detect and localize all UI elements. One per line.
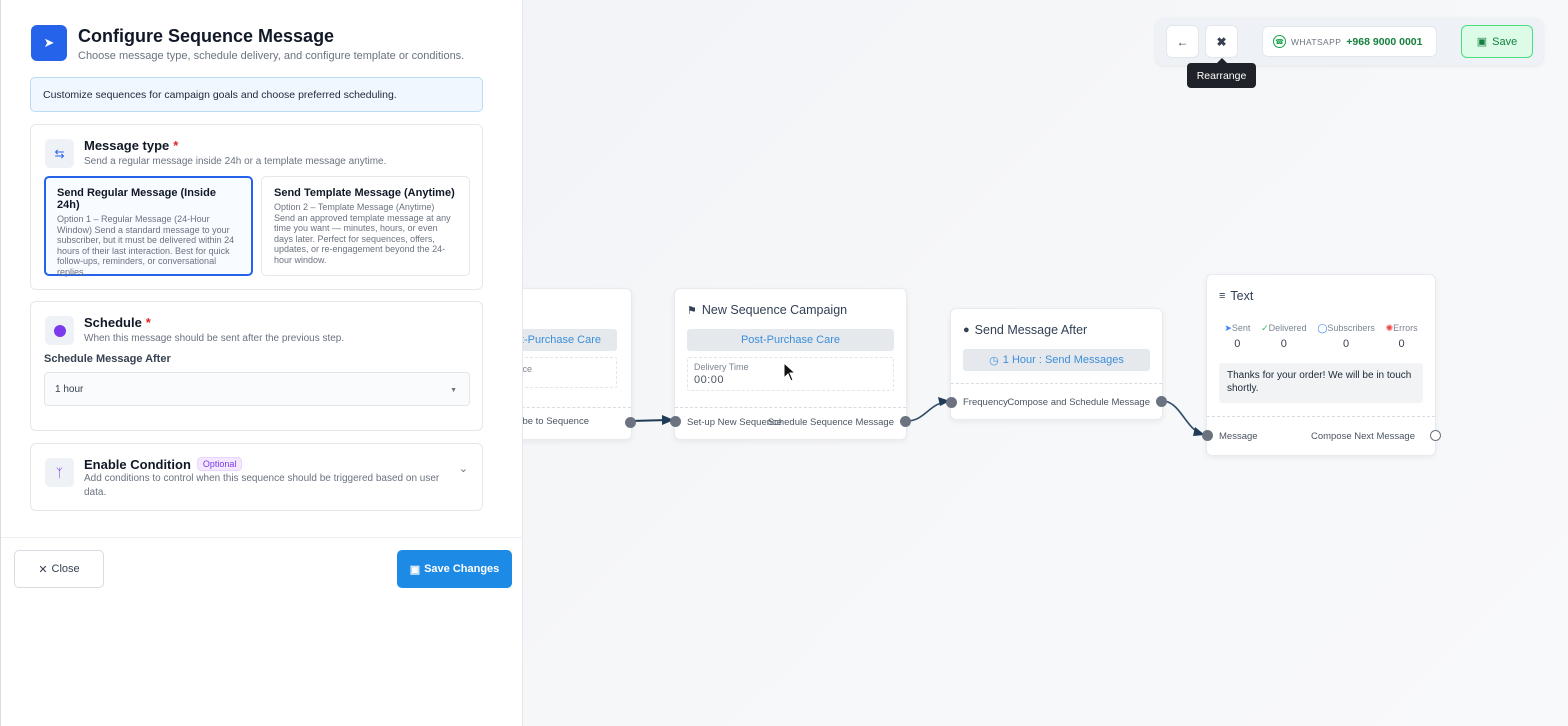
configure-sequence-panel: ➤ Configure Sequence Message Choose mess…: [0, 0, 524, 726]
panel-title: Configure Sequence Message: [78, 26, 335, 46]
caret-down-icon: ▼: [450, 387, 457, 394]
clock-icon: ◷: [989, 354, 999, 367]
mouse-cursor-icon: [783, 362, 797, 382]
rearrange-button[interactable]: ✖: [1205, 25, 1238, 58]
stat-sent: ➤Sent 0: [1224, 323, 1251, 350]
back-button[interactable]: ←: [1166, 25, 1199, 58]
node-title: ⚑ New Sequence Campaign: [687, 303, 848, 317]
close-button[interactable]: ✕ Close: [14, 550, 104, 588]
clock-icon: [45, 316, 74, 345]
rearrange-icon: ✖: [1216, 34, 1227, 49]
optional-badge: Optional: [196, 457, 243, 471]
branch-icon: ᛉ: [45, 458, 74, 487]
floppy-disk-icon: ▣: [1476, 36, 1488, 48]
chevron-down-icon[interactable]: ⌄: [459, 462, 468, 475]
node-divider: [951, 383, 1162, 384]
node-pill: ◷ 1 Hour : Send Messages: [963, 349, 1150, 371]
floppy-disk-icon: ▣: [409, 563, 421, 576]
condition-title: Enable Condition Optional: [84, 457, 243, 472]
swap-arrows-icon: ⇆: [45, 139, 74, 168]
bug-icon: ✺: [1385, 323, 1394, 333]
close-icon: ✕: [38, 563, 48, 576]
input-port[interactable]: [1202, 430, 1213, 441]
message-type-subtitle: Send a regular message inside 24h or a t…: [84, 156, 387, 167]
user-circle-icon: ◯: [1317, 323, 1328, 333]
node-divider: [1207, 416, 1435, 417]
port-label-compose-next: Compose Next Message: [1310, 431, 1415, 442]
stat-subscribers: ◯Subscribers 0: [1317, 323, 1375, 350]
check-circle-icon: ✓: [1261, 323, 1269, 333]
node-title: ≡ Text: [1219, 289, 1254, 303]
text-message-node[interactable]: ≡ Text ➤Sent 0 ✓Delivered 0 ◯Subscribers…: [1202, 274, 1441, 456]
condition-subtitle: Add conditions to control when this sequ…: [84, 473, 440, 498]
schedule-title: Schedule *: [84, 315, 151, 330]
footer-divider: [1, 537, 524, 538]
paper-plane-icon: ➤: [31, 25, 67, 61]
port-label-message: Message: [1219, 431, 1258, 442]
schedule-subtitle: When this message should be sent after t…: [84, 333, 345, 344]
send-message-after-node[interactable]: ● Send Message After ◷ 1 Hour : Send Mes…: [946, 308, 1167, 420]
whatsapp-icon: ☎: [1273, 35, 1286, 48]
whatsapp-number-badge: ☎ WHATSAPP +968 9000 0001: [1262, 26, 1437, 57]
text-lines-icon: ≡: [1219, 290, 1226, 302]
enable-condition-card[interactable]: ᛉ Enable Condition Optional Add condition…: [30, 443, 483, 511]
message-stats: ➤Sent 0 ✓Delivered 0 ◯Subscribers 0 ✺Err…: [1219, 323, 1423, 350]
node-pill: Post-Purchase Care: [687, 329, 894, 351]
message-type-title: Message type *: [84, 138, 179, 153]
arrow-left-icon: ←: [1176, 34, 1189, 49]
option-regular-message[interactable]: Send Regular Message (Inside 24h) Option…: [44, 176, 253, 277]
output-port[interactable]: [900, 416, 911, 427]
schedule-card: Schedule * When this message should be se…: [30, 301, 483, 431]
schedule-field-label: Schedule Message After: [44, 353, 171, 365]
save-changes-button[interactable]: ▣ Save Changes: [397, 550, 512, 588]
message-preview: Thanks for your order! We will be in tou…: [1219, 363, 1423, 403]
droplet-icon: ●: [963, 324, 970, 336]
canvas-toolbar: ← ✖ ☎ WHATSAPP +968 9000 0001 ▣ Save: [1156, 18, 1543, 65]
port-label-frequency: Frequency: [963, 397, 1008, 408]
output-port[interactable]: [1156, 396, 1167, 407]
info-banner: Customize sequences for campaign goals a…: [30, 77, 483, 112]
rearrange-tooltip: Rearrange: [1187, 58, 1256, 88]
output-port-empty[interactable]: [1430, 430, 1441, 441]
input-port[interactable]: [670, 416, 681, 427]
stat-delivered: ✓Delivered 0: [1261, 323, 1307, 350]
option-template-message[interactable]: Send Template Message (Anytime) Option 2…: [261, 176, 470, 276]
message-type-card: ⇆ Message type * Send a regular message i…: [30, 124, 483, 290]
save-flow-button[interactable]: ▣ Save: [1461, 25, 1533, 58]
send-icon: ➤: [1224, 323, 1232, 333]
bullhorn-icon: ⚑: [687, 304, 697, 317]
port-label-schedule: Schedule Sequence Message: [767, 417, 894, 428]
node-divider: [675, 407, 906, 408]
stat-errors: ✺Errors 0: [1385, 323, 1418, 350]
input-port[interactable]: [946, 397, 957, 408]
panel-subtitle: Choose message type, schedule delivery, …: [78, 50, 465, 62]
schedule-select[interactable]: 1 hour ▼: [44, 372, 470, 406]
node-title: ● Send Message After: [963, 323, 1088, 337]
output-port[interactable]: [625, 417, 636, 428]
port-label-compose: Compose and Schedule Message: [1007, 397, 1150, 408]
